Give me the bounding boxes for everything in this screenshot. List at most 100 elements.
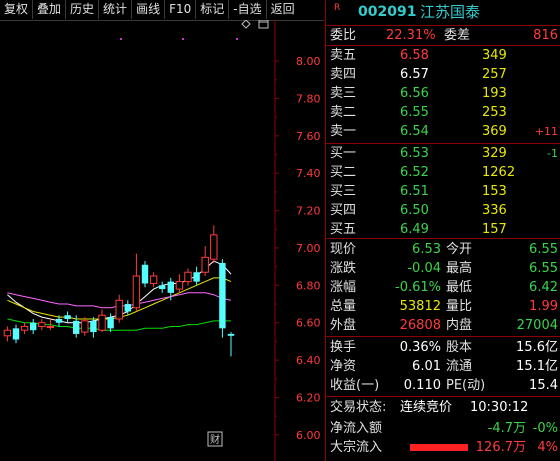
level-price[interactable]: 6.49: [400, 220, 429, 239]
bid-row: 买四 6.50 336: [326, 201, 560, 220]
diamond-icon: [241, 20, 251, 29]
event-dot: [236, 38, 238, 40]
fundamental-row: 收益(一) 0.110 PE(动) 15.4: [326, 376, 560, 395]
y-tick-label: 7.00: [296, 242, 321, 255]
level-volume: 253: [482, 105, 507, 120]
toolbar-button-draw[interactable]: 画线: [132, 0, 166, 19]
toolbar-button-f10[interactable]: F10: [165, 0, 197, 19]
level-price[interactable]: 6.57: [400, 65, 429, 84]
stat-value: 1.99: [529, 299, 558, 314]
weicha-label: 委差: [444, 28, 471, 43]
level-volume: 369: [482, 124, 507, 139]
level-label: 买四: [330, 203, 357, 218]
fund-label: 收益(一): [330, 378, 380, 393]
toolbar-button-back[interactable]: 返回: [267, 0, 299, 19]
window-icon: [258, 20, 269, 29]
fund-value: 6.01: [412, 359, 441, 374]
candlestick-chart[interactable]: 8.00 7.80 7.60 7.40 7.20 7.00 6.80 6.60 6.40 6.20…: [0, 20, 326, 461]
level-label: 买一: [330, 146, 357, 161]
candle-body: [73, 320, 80, 334]
stat-value: -0.61%: [395, 280, 441, 295]
fund-label: 流通: [446, 359, 473, 374]
candle-body: [46, 325, 55, 328]
bid-row: 买三 6.51 153: [326, 182, 560, 201]
y-tick-label: 7.80: [296, 92, 321, 105]
bid-row: 买一 6.53 329 -1: [326, 144, 560, 163]
ask-row: 卖三 6.56 193: [326, 84, 560, 103]
level-price[interactable]: 6.56: [400, 84, 429, 103]
quote-row: 涨幅 -0.61% 最低 6.42: [326, 278, 560, 297]
y-tick-label: 7.40: [296, 167, 321, 180]
candle-body: [210, 234, 218, 260]
level-price[interactable]: 6.54: [400, 122, 429, 141]
candle-body: [167, 281, 174, 293]
toolbar-button-remove-watchlist[interactable]: -自选: [229, 0, 267, 19]
divider: [326, 238, 560, 239]
candle-body: [64, 315, 71, 319]
stat-value: 53812: [399, 299, 441, 314]
level-volume: 349: [482, 48, 507, 63]
weibi-label: 委比: [330, 28, 357, 43]
fund-label: PE(动): [446, 378, 486, 393]
quote-row: 外盘 26808 内盘 27004: [326, 316, 560, 335]
candle-body: [141, 264, 149, 284]
candle-body: [132, 275, 141, 309]
y-tick-label: 6.80: [296, 279, 321, 292]
toolbar-button-mark[interactable]: 标记: [196, 0, 230, 19]
toolbar-button-overlay[interactable]: 叠加: [33, 0, 67, 19]
level-label: 买二: [330, 165, 357, 180]
divider: [326, 396, 560, 397]
trade-status-label: 交易状态:: [330, 400, 387, 415]
stat-label: 总量: [330, 299, 357, 314]
event-dot: [182, 38, 184, 40]
candle-body: [201, 256, 209, 273]
weicha-value: 816: [533, 28, 558, 43]
block-inflow-label: 大宗流入: [330, 440, 383, 455]
stat-value: 6.55: [529, 242, 558, 257]
level-label: 卖二: [330, 105, 357, 120]
level-price[interactable]: 6.53: [400, 144, 429, 163]
finance-marker: 财: [210, 433, 220, 446]
toolbar-button-history[interactable]: 历史: [66, 0, 100, 19]
stock-name: 江苏国泰: [420, 3, 481, 21]
block-inflow-row: 大宗流入 126.7万 4%: [326, 438, 560, 457]
level-change: -1: [547, 147, 558, 160]
ask-row: 卖五 6.58 349: [326, 46, 560, 65]
stat-value: 6.53: [412, 242, 441, 257]
candle-body: [175, 281, 184, 290]
stat-label: 今开: [446, 242, 473, 257]
stat-label: 涨跌: [330, 261, 357, 276]
y-tick-label: 6.60: [296, 317, 321, 330]
stat-label: 最高: [446, 261, 473, 276]
trade-status-row: 交易状态: 连续竞价 10:30:12: [326, 398, 560, 417]
quote-row: 总量 53812 量比 1.99: [326, 297, 560, 316]
stat-label: 量比: [446, 299, 473, 314]
level-label: 买三: [330, 184, 357, 199]
block-inflow-pct: 4%: [537, 440, 558, 455]
candle-body: [124, 304, 131, 312]
bid-row: 买二 6.52 1262: [326, 163, 560, 182]
ask-row: 卖四 6.57 257: [326, 65, 560, 84]
candle-body: [3, 329, 12, 337]
level-price[interactable]: 6.58: [400, 46, 429, 65]
level-price[interactable]: 6.51: [400, 182, 429, 201]
candle-body: [107, 317, 114, 329]
ask-row: 卖二 6.55 253: [326, 103, 560, 122]
net-inflow-pct: -0%: [532, 421, 558, 436]
level-label: 卖四: [330, 67, 357, 82]
toolbar-button-fuquan[interactable]: 复权: [0, 0, 34, 19]
level-price[interactable]: 6.52: [400, 163, 429, 182]
level-price[interactable]: 6.55: [400, 103, 429, 122]
stock-header: R 002091 江苏国泰: [326, 3, 560, 25]
weibi-row: 委比 22.31% 委差 816: [326, 26, 560, 45]
candle-body: [149, 275, 158, 284]
stat-value: 27004: [516, 318, 558, 333]
quote-panel: R 002091 江苏国泰 委比 22.31% 委差 816 卖五 6.58 349…: [326, 0, 560, 461]
toolbar-button-statistics[interactable]: 统计: [99, 0, 133, 19]
level-price[interactable]: 6.50: [400, 201, 429, 220]
candle-body: [115, 299, 123, 320]
net-inflow-row: 净流入额 -4.7万 -0%: [326, 419, 560, 438]
level-volume: 157: [482, 222, 507, 237]
candle-body: [227, 333, 235, 336]
block-inflow-value: 126.7万: [475, 440, 526, 455]
